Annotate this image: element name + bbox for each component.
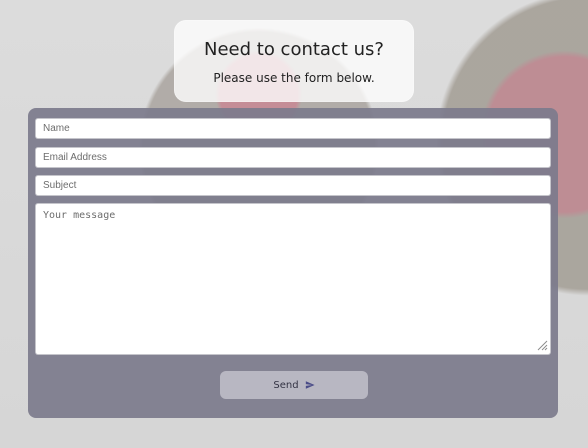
header-card: Need to contact us? Please use the form …	[174, 20, 414, 102]
paper-plane-icon	[305, 380, 315, 390]
message-textarea[interactable]	[35, 203, 551, 355]
page-title: Need to contact us?	[204, 39, 384, 60]
send-button-label: Send	[273, 379, 299, 391]
page-subtitle: Please use the form below.	[213, 71, 375, 85]
subject-input[interactable]	[35, 175, 551, 196]
email-input[interactable]	[35, 147, 551, 168]
contact-form-panel: Send	[28, 108, 558, 418]
name-input[interactable]	[35, 118, 551, 139]
send-button[interactable]: Send	[220, 371, 368, 399]
